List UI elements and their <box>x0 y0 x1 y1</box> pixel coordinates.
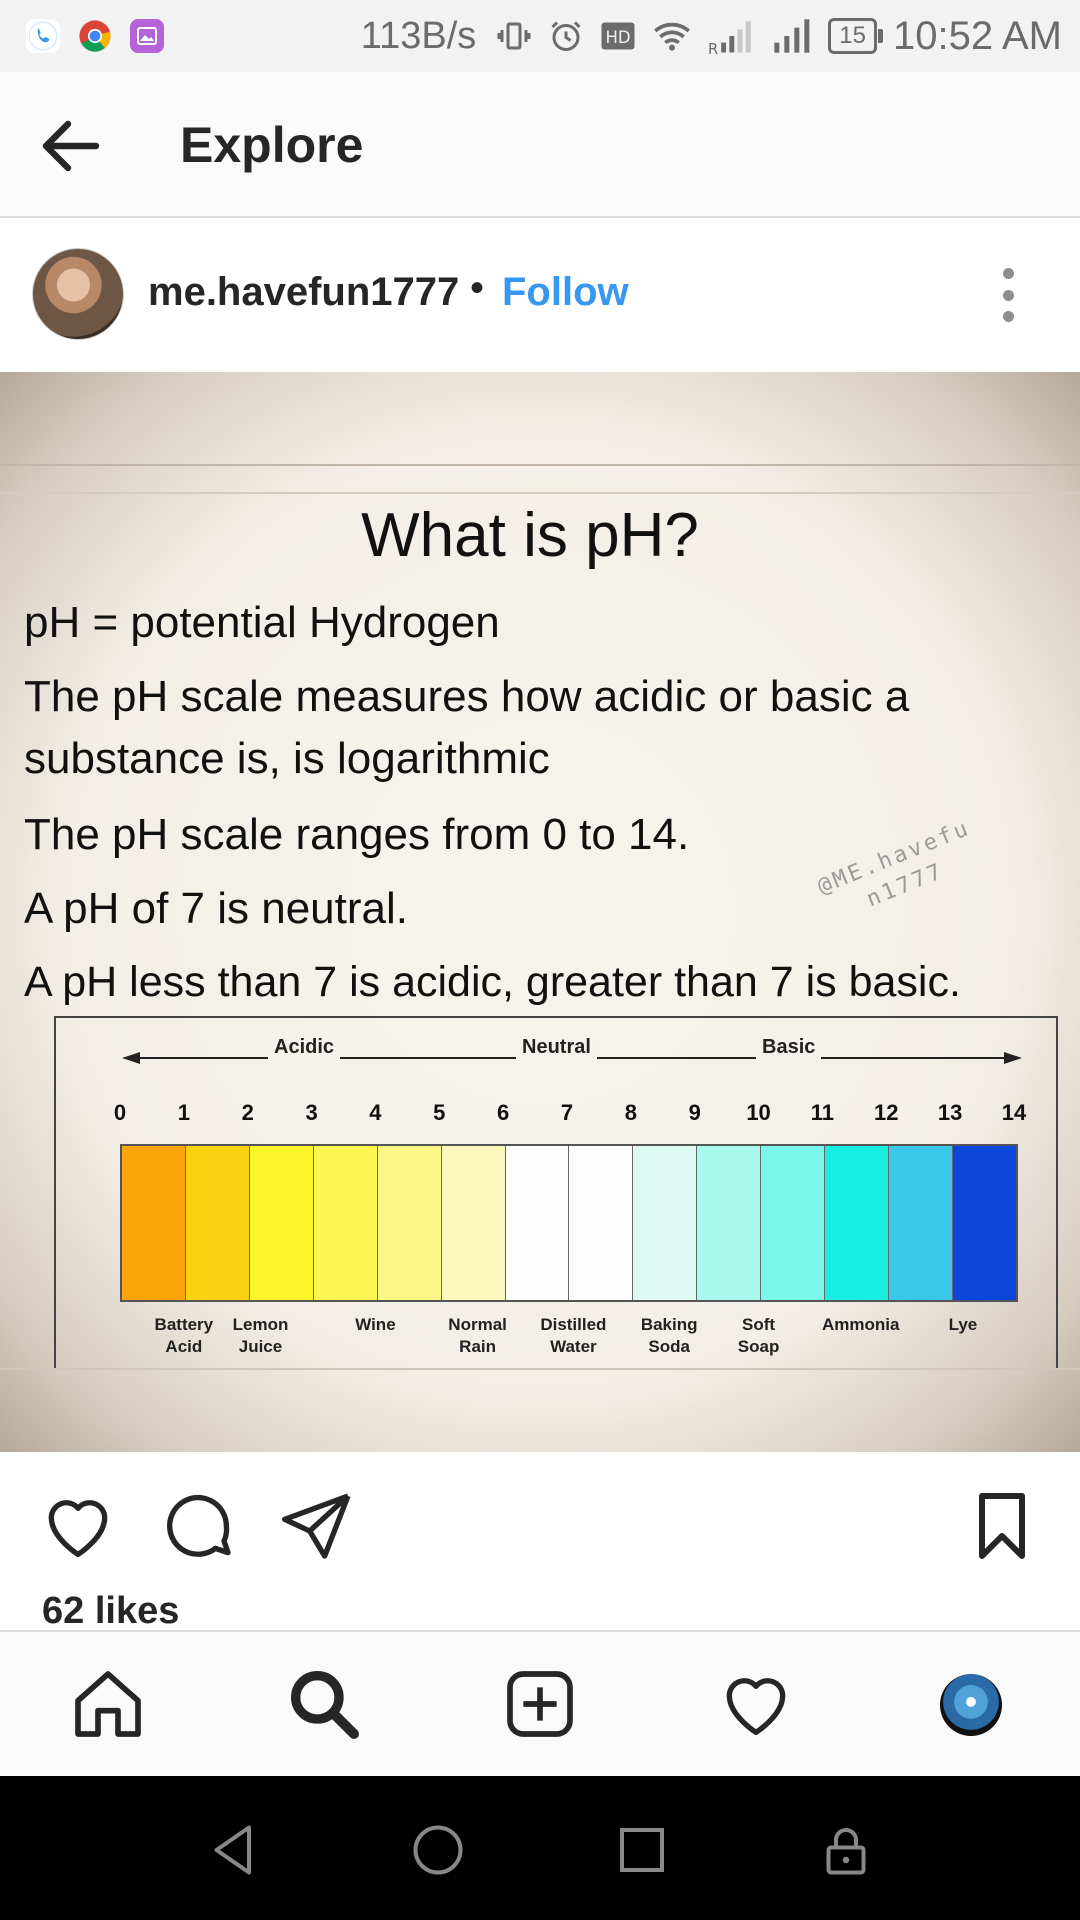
follow-button[interactable]: Follow <box>502 270 629 315</box>
ph-value-11: 11 <box>810 1100 835 1125</box>
ph-value-0: 0 <box>113 1100 127 1125</box>
ph-value-14: 14 <box>1001 1100 1027 1125</box>
ph-color-cell <box>122 1146 186 1300</box>
profile-icon[interactable] <box>940 1674 1002 1736</box>
page-title: Explore <box>180 117 364 173</box>
svg-text:HD: HD <box>606 28 631 47</box>
more-options-icon[interactable] <box>996 268 1020 322</box>
gallery-icon <box>130 19 164 53</box>
substance-label: Lye <box>948 1315 978 1334</box>
neutral-label: Neutral <box>516 1036 597 1059</box>
ph-color-cell <box>185 1146 250 1300</box>
ph-color-cell <box>569 1146 634 1300</box>
ph-color-cell <box>377 1146 442 1300</box>
ph-value-12: 12 <box>874 1100 899 1125</box>
avatar[interactable] <box>32 248 124 340</box>
chrome-icon <box>78 19 112 53</box>
signal-icon: R <box>708 21 751 56</box>
network-speed: 113B/s <box>360 14 477 57</box>
image-text-line: pH = potential Hydrogen <box>24 598 500 647</box>
likes-count[interactable]: 62 likes <box>42 1590 179 1633</box>
ph-color-cell <box>697 1146 762 1300</box>
watermark: @ME.havefu n1777 <box>814 815 975 913</box>
heart-icon[interactable] <box>38 1486 118 1566</box>
ph-color-cell <box>761 1146 826 1300</box>
home-circle-icon[interactable] <box>408 1820 468 1880</box>
substance-label: Normal Rain <box>448 1315 507 1356</box>
image-text-line: substance is, is logarithmic <box>24 734 550 783</box>
clock: 10:52 AM <box>892 13 1062 58</box>
ph-value-2: 2 <box>241 1100 254 1125</box>
ph-color-cell <box>825 1146 890 1300</box>
ph-value-8: 8 <box>624 1100 637 1125</box>
image-text-line: A pH less than 7 is acidic, greater than… <box>24 958 961 1006</box>
ph-color-cell <box>313 1146 378 1300</box>
ph-value-6: 6 <box>497 1100 510 1125</box>
image-text-line: The pH scale ranges from 0 to 14. <box>24 810 690 859</box>
back-arrow-icon[interactable] <box>40 118 100 174</box>
phone-icon <box>26 19 60 53</box>
wifi-icon <box>654 22 691 51</box>
basic-label: Basic <box>756 1036 822 1059</box>
system-navigation-bar <box>0 1776 1080 1920</box>
ph-value-1: 1 <box>177 1100 190 1125</box>
post-actions: 62 likes <box>0 1452 1080 1632</box>
back-triangle-icon[interactable] <box>204 1820 264 1880</box>
substance-label: Wine <box>355 1315 396 1334</box>
acidic-label: Acidic <box>268 1036 341 1059</box>
substance-label: Ammonia <box>822 1315 900 1334</box>
ph-value-3: 3 <box>305 1100 318 1125</box>
hd-icon: HD <box>601 22 635 50</box>
bottom-navigation <box>0 1630 1080 1778</box>
ph-value-10: 10 <box>746 1100 771 1125</box>
post-username[interactable]: me.havefun1777 <box>148 270 459 315</box>
vibrate-icon <box>497 22 531 50</box>
ph-color-cell <box>249 1146 314 1300</box>
divider <box>0 464 1080 466</box>
ph-value-9: 9 <box>688 1100 701 1125</box>
home-icon[interactable] <box>68 1664 148 1744</box>
ph-color-cell <box>505 1146 570 1300</box>
ph-color-cell <box>441 1146 506 1300</box>
recent-apps-icon[interactable] <box>612 1820 672 1880</box>
battery-icon: 15 <box>828 18 883 54</box>
explore-header: Explore <box>0 72 1080 218</box>
image-title: What is pH? <box>361 501 699 570</box>
ph-color-bar <box>120 1144 1018 1302</box>
comment-icon[interactable] <box>158 1486 238 1566</box>
lock-icon[interactable] <box>816 1820 876 1880</box>
ph-color-cell <box>889 1146 953 1300</box>
ph-value-5: 5 <box>433 1100 446 1125</box>
status-bar: 113B/s HD R 15 10:52 AM <box>0 0 1080 72</box>
notification-icons <box>0 19 164 53</box>
post-header: me.havefun1777 • Follow <box>0 218 1080 370</box>
add-post-icon[interactable] <box>500 1664 580 1744</box>
image-text-line: The pH scale measures how acidic or basi… <box>24 672 910 721</box>
separator-dot: • <box>470 266 485 310</box>
divider <box>0 1368 1080 1370</box>
send-icon[interactable] <box>278 1486 358 1566</box>
alarm-icon <box>551 21 581 51</box>
bookmark-icon[interactable] <box>962 1486 1042 1566</box>
divider <box>0 492 1080 494</box>
substance-label: Soft Soap <box>737 1315 780 1356</box>
substance-label: Lemon Juice <box>232 1315 289 1356</box>
ph-color-cell <box>952 1146 1016 1300</box>
system-status: 113B/s HD R 15 10:52 AM <box>361 0 1062 72</box>
substance-label: Distilled Water <box>540 1315 607 1356</box>
signal-icon <box>774 19 810 53</box>
search-icon[interactable] <box>284 1664 364 1744</box>
image-text-line: A pH of 7 is neutral. <box>24 884 408 933</box>
svg-text:R: R <box>708 41 718 56</box>
activity-heart-icon[interactable] <box>716 1664 796 1744</box>
ph-value-4: 4 <box>369 1100 382 1125</box>
ph-value-13: 13 <box>937 1100 963 1125</box>
ph-color-cell <box>633 1146 698 1300</box>
ph-scale-chart: Acidic Neutral Basic 0 1 2 3 4 5 6 7 8 9 10 11 12 13 1… <box>54 1016 1058 1368</box>
post-image[interactable]: What is pH? pH = potential Hydrogen The … <box>0 372 1080 1452</box>
ph-value-7: 7 <box>560 1100 574 1125</box>
